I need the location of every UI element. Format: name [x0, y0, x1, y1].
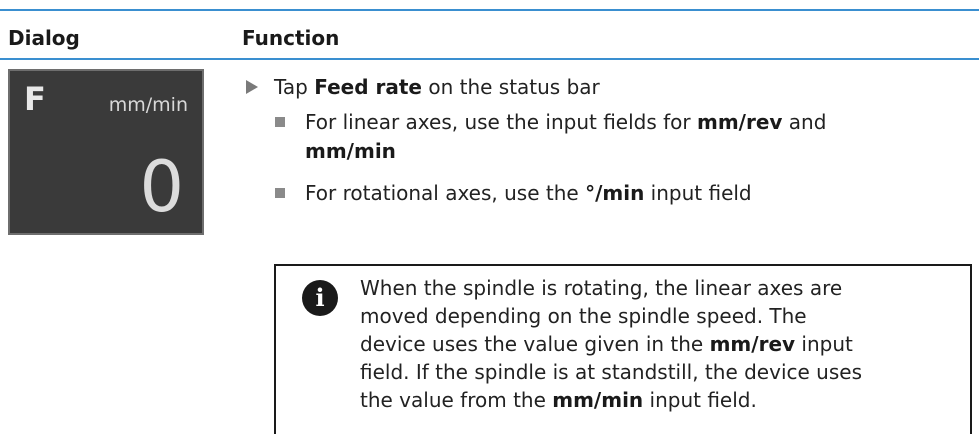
bullet1-bold1: mm/rev	[696, 110, 783, 134]
feed-rate-value: 0	[139, 146, 184, 228]
feed-rate-tile[interactable]: F mm/min 0	[8, 69, 204, 235]
step-text-post: on the status bar	[421, 75, 600, 99]
table-header-rule	[0, 58, 979, 60]
column-header-dialog: Dialog	[8, 26, 80, 50]
note-line-2: moved depending on the spindle speed. Th…	[360, 304, 807, 328]
bullet-linear-axes-cont: mm/min	[305, 137, 396, 165]
step-text-bold: Feed rate	[314, 75, 422, 99]
bullet-linear-axes: For linear axes, use the input fields fo…	[305, 108, 826, 136]
note-line-4: field. If the spindle is at standstill, …	[360, 360, 862, 384]
step-text-pre: Tap	[274, 75, 315, 99]
note-line-3: device uses the value given in the mm/re…	[360, 330, 853, 358]
note-line-5: the value from the mm/min input field.	[360, 386, 757, 414]
info-icon: i	[302, 280, 338, 316]
bullet2-text-pre: For rotational axes, use the	[305, 181, 586, 205]
bullet-square-icon	[275, 117, 285, 127]
step-instruction: Tap Feed rate on the status bar	[274, 73, 600, 101]
bullet1-bold2: mm/min	[305, 139, 396, 163]
note-line5-bold: mm/min	[552, 388, 644, 412]
bullet1-text-mid: and	[782, 110, 827, 134]
step-arrow-icon	[246, 80, 258, 94]
note-line3-bold: mm/rev	[709, 332, 796, 356]
note-line5-pre: the value from the	[360, 388, 553, 412]
bullet2-text-post: input field	[644, 181, 752, 205]
note-line5-post: input field.	[643, 388, 757, 412]
bullet-rotational-axes: For rotational axes, use the °/min input…	[305, 179, 752, 207]
table-top-rule	[0, 9, 979, 11]
note-line3-pre: device uses the value given in the	[360, 332, 710, 356]
info-note-box: i When the spindle is rotating, the line…	[274, 264, 972, 434]
note-line3-post: input	[795, 332, 853, 356]
note-line-1: When the spindle is rotating, the linear…	[360, 276, 843, 300]
bullet-square-icon	[275, 188, 285, 198]
bullet1-text-pre: For linear axes, use the input fields fo…	[305, 110, 697, 134]
feed-rate-letter: F	[24, 80, 46, 118]
bullet2-bold: °/min	[585, 181, 645, 205]
feed-rate-unit: mm/min	[108, 94, 188, 116]
column-header-function: Function	[242, 26, 340, 50]
